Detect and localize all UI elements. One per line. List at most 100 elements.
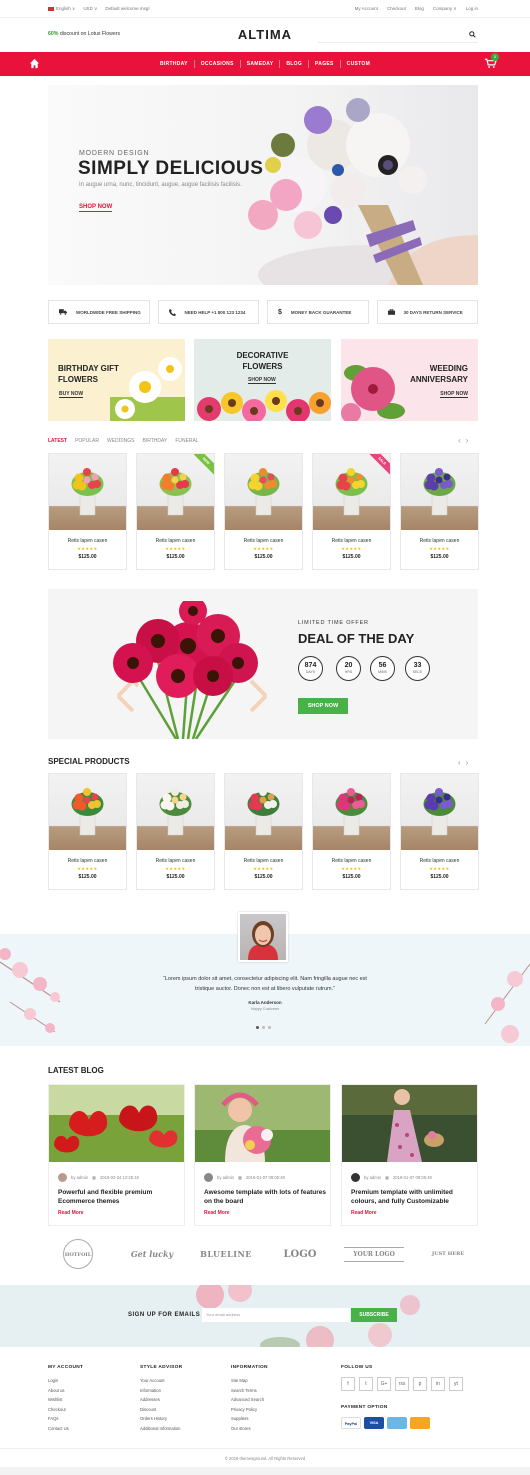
product-image[interactable]: SALE xyxy=(313,454,390,530)
nav-item-occasions[interactable]: OCCASIONS xyxy=(195,52,240,76)
product-card[interactable]: Retis lapen casen ★★★★★ $125.00 xyxy=(136,773,215,890)
product-image[interactable] xyxy=(313,774,390,850)
footer-link[interactable]: Site Map xyxy=(231,1376,268,1386)
hero-slider[interactable]: MODERN DESIGN SIMPLY DELICIOUS In augue … xyxy=(48,85,478,285)
footer-link[interactable]: Login xyxy=(48,1376,83,1386)
banner-decorative[interactable]: DECORATIVE FLOWERS SHOP NOW xyxy=(194,339,331,421)
product-card[interactable]: Retis lapen casen ★★★★★ $125.00 xyxy=(312,773,391,890)
company-dropdown[interactable]: Company ∨ xyxy=(433,6,457,12)
blog-post-title[interactable]: Awesome template with lots of features o… xyxy=(204,1189,326,1206)
product-image[interactable] xyxy=(401,774,478,850)
footer-link[interactable]: About us xyxy=(48,1386,83,1396)
footer-link[interactable]: Search Terms xyxy=(231,1386,268,1396)
product-name[interactable]: Retis lapen casen xyxy=(401,538,478,544)
hero-shop-now-link[interactable]: SHOP NOW xyxy=(79,204,113,212)
rss-icon[interactable]: rss xyxy=(395,1377,409,1391)
blog-card[interactable]: by admin ▦ 2018-02-24 12:25:18 Powerful an… xyxy=(48,1084,185,1226)
checkout-link[interactable]: Checkout xyxy=(387,6,406,12)
twitter-icon[interactable]: t xyxy=(359,1377,373,1391)
banner-decorative-shop-now[interactable]: SHOP NOW xyxy=(248,377,276,384)
read-more-link[interactable]: Read More xyxy=(351,1210,377,1216)
banner-wedding-shop-now[interactable]: SHOP NOW xyxy=(440,391,468,398)
footer-link[interactable]: Privacy Policy xyxy=(231,1405,268,1415)
brand-logo[interactable]: BLUELINE xyxy=(196,1249,256,1259)
tab-latest[interactable]: LATEST xyxy=(48,438,67,444)
product-image[interactable] xyxy=(225,774,302,850)
nav-item-sameday[interactable]: SAMEDAY xyxy=(241,52,280,76)
brand-logo[interactable]: Get lucky xyxy=(122,1249,182,1259)
footer-link[interactable]: Your Account xyxy=(140,1376,182,1386)
read-more-link[interactable]: Read More xyxy=(58,1210,84,1216)
product-image[interactable] xyxy=(225,454,302,530)
blog-post-title[interactable]: Premium template with unlimited colours,… xyxy=(351,1189,473,1206)
nav-item-blog[interactable]: BLOG xyxy=(280,52,308,76)
pagination-dot-2[interactable] xyxy=(262,1026,265,1029)
tab-birthday[interactable]: BIRTHDAY xyxy=(142,438,167,444)
banner-birthday[interactable]: BIRTHDAY GIFT FLOWERS BUY NOW xyxy=(48,339,185,421)
newsletter-email-input[interactable]: Your email address xyxy=(202,1308,350,1322)
google-plus-icon[interactable]: G+ xyxy=(377,1377,391,1391)
pinterest-icon[interactable]: p xyxy=(413,1377,427,1391)
deal-shop-now-button[interactable]: SHOP NOW xyxy=(298,698,348,714)
read-more-link[interactable]: Read More xyxy=(204,1210,230,1216)
product-name[interactable]: Retis lapen casen xyxy=(49,538,126,544)
pagination-dot-3[interactable] xyxy=(268,1026,271,1029)
product-name[interactable]: Retis lapen casen xyxy=(137,538,214,544)
banner-birthday-buy-now[interactable]: BUY NOW xyxy=(59,391,84,398)
chevron-right-icon[interactable]: › xyxy=(466,436,469,445)
product-name[interactable]: Retis lapen casen xyxy=(137,858,214,864)
footer-link[interactable]: Additional Information xyxy=(140,1424,182,1434)
product-name[interactable]: Retis lapen casen xyxy=(313,538,390,544)
footer-link[interactable]: Orders History xyxy=(140,1414,182,1424)
product-name[interactable]: Retis lapen casen xyxy=(225,858,302,864)
my-account-link[interactable]: My Account xyxy=(355,6,378,12)
product-card[interactable]: Retis lapen casen ★★★★★ $125.00 xyxy=(224,773,303,890)
product-image[interactable] xyxy=(137,774,214,850)
pagination-dot-1[interactable] xyxy=(256,1026,259,1029)
footer-link[interactable]: Wishlist xyxy=(48,1395,83,1405)
nav-item-custom[interactable]: CUSTOM xyxy=(341,52,376,76)
brand-logo[interactable]: LOGO xyxy=(270,1249,330,1260)
login-link[interactable]: Log in xyxy=(466,6,478,12)
nav-item-pages[interactable]: PAGES xyxy=(309,52,340,76)
footer-link[interactable]: Contact Us xyxy=(48,1424,83,1434)
footer-link[interactable]: Information xyxy=(140,1386,182,1396)
blog-card[interactable]: by admin ▦ 2018-01-07 08:05:49 Awesome tem… xyxy=(194,1084,331,1226)
product-card[interactable]: Retis lapen casen ★★★★★ $125.00 xyxy=(48,453,127,570)
footer-link[interactable]: Advanced Search xyxy=(231,1395,268,1405)
footer-link[interactable]: Suppliers xyxy=(231,1414,268,1424)
brand-logo[interactable]: JUST HERE xyxy=(418,1251,478,1257)
chevron-left-icon[interactable]: ‹ xyxy=(458,436,461,445)
blog-post-title[interactable]: Powerful and flexible premium Ecommerce … xyxy=(58,1189,180,1206)
product-card[interactable]: NEW Retis lapen casen ★★★★★ $125.00 xyxy=(136,453,215,570)
footer-link[interactable]: FAQs xyxy=(48,1414,83,1424)
brand-logo[interactable]: HOTFOIL xyxy=(48,1239,108,1269)
tab-funeral[interactable]: FUNERAL xyxy=(175,438,198,444)
tab-popular[interactable]: POPULAR xyxy=(75,438,99,444)
product-image[interactable] xyxy=(49,454,126,530)
subscribe-button[interactable]: SUBSCRIBE xyxy=(351,1308,397,1322)
language-selector[interactable]: English ∨ xyxy=(48,6,75,12)
chevron-right-icon[interactable]: › xyxy=(466,758,469,767)
product-card[interactable]: Retis lapen casen ★★★★★ $125.00 xyxy=(48,773,127,890)
footer-link[interactable]: Our stores xyxy=(231,1424,268,1434)
blog-link[interactable]: Blog xyxy=(415,6,424,12)
product-name[interactable]: Retis lapen casen xyxy=(49,858,126,864)
search-bar[interactable] xyxy=(318,29,478,43)
blog-card[interactable]: by admin ▦ 2018-01-07 08:05:49 Premium tem… xyxy=(341,1084,478,1226)
tab-weddings[interactable]: WEDDINGS xyxy=(107,438,135,444)
product-card[interactable]: Retis lapen casen ★★★★★ $125.00 xyxy=(400,453,479,570)
nav-item-birthday[interactable]: BIRTHDAY xyxy=(154,52,194,76)
product-card[interactable]: SALE Retis lapen casen ★★★★★ $125.00 xyxy=(312,453,391,570)
facebook-icon[interactable]: f xyxy=(341,1377,355,1391)
product-image[interactable]: NEW xyxy=(137,454,214,530)
footer-link[interactable]: Checkout xyxy=(48,1405,83,1415)
footer-link[interactable]: Discount xyxy=(140,1405,182,1415)
search-icon[interactable] xyxy=(469,31,476,38)
brand-logo[interactable]: YOUR LOGO xyxy=(344,1246,404,1262)
youtube-icon[interactable]: yt xyxy=(449,1377,463,1391)
linkedin-icon[interactable]: in xyxy=(431,1377,445,1391)
product-image[interactable] xyxy=(401,454,478,530)
product-card[interactable]: Retis lapen casen ★★★★★ $125.00 xyxy=(224,453,303,570)
product-image[interactable] xyxy=(49,774,126,850)
